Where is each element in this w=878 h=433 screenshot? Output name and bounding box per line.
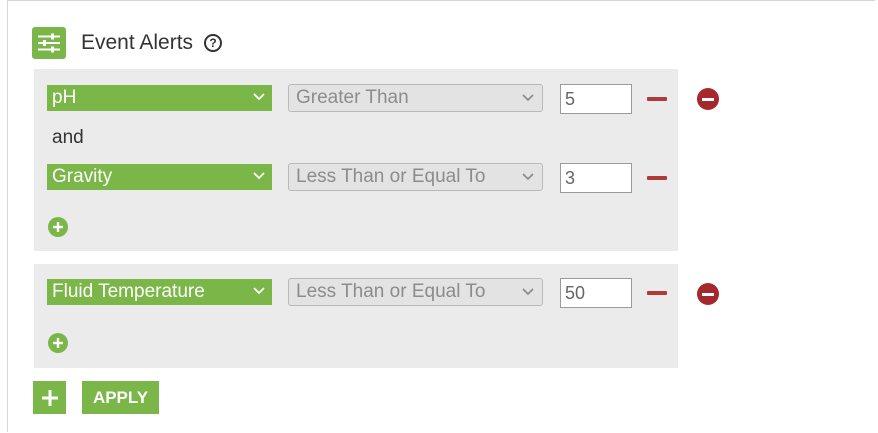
metric-select-value: Gravity xyxy=(52,166,113,187)
add-condition-icon[interactable] xyxy=(48,333,68,353)
condition-row: pH Greater Than 5 xyxy=(34,81,678,114)
operator-select[interactable]: Less Than or Equal To xyxy=(288,163,543,191)
add-condition-icon[interactable] xyxy=(48,217,68,237)
alert-group-2: Fluid Temperature Less Than or Equal To … xyxy=(34,264,678,368)
remove-group-icon[interactable] xyxy=(697,88,719,110)
value-input[interactable]: 50 xyxy=(560,278,632,308)
alert-group-1: pH Greater Than 5 and Gravity Less Than … xyxy=(34,69,678,251)
chevron-down-icon xyxy=(522,94,534,102)
page-title: Event Alerts xyxy=(81,31,194,54)
chevron-down-icon xyxy=(253,172,265,180)
value-input[interactable]: 5 xyxy=(560,84,632,114)
add-group-button[interactable] xyxy=(33,381,66,414)
operator-select-value: Less Than or Equal To xyxy=(296,281,486,302)
operator-select[interactable]: Less Than or Equal To xyxy=(288,278,543,306)
chevron-down-icon xyxy=(253,93,265,101)
condition-row: Gravity Less Than or Equal To 3 xyxy=(34,160,678,193)
apply-button[interactable]: APPLY xyxy=(82,381,159,414)
joiner-label: and xyxy=(52,127,84,148)
operator-select-value: Greater Than xyxy=(296,87,409,108)
metric-select-value: pH xyxy=(52,87,77,108)
remove-condition-icon[interactable] xyxy=(647,97,667,101)
chevron-down-icon xyxy=(522,173,534,181)
operator-select[interactable]: Greater Than xyxy=(288,84,543,112)
plus-icon xyxy=(41,389,58,406)
chevron-down-icon xyxy=(253,287,265,295)
remove-condition-icon[interactable] xyxy=(647,291,667,295)
operator-select-value: Less Than or Equal To xyxy=(296,166,486,187)
value-input[interactable]: 3 xyxy=(560,163,632,193)
metric-select[interactable]: Gravity xyxy=(47,164,272,190)
metric-select-value: Fluid Temperature xyxy=(52,281,205,302)
remove-group-icon[interactable] xyxy=(697,283,719,305)
help-icon[interactable]: ? xyxy=(204,34,223,52)
metric-select[interactable]: Fluid Temperature xyxy=(47,279,272,305)
condition-row: Fluid Temperature Less Than or Equal To … xyxy=(34,275,678,308)
header: Event Alerts ? xyxy=(32,27,223,59)
remove-condition-icon[interactable] xyxy=(647,176,667,180)
chevron-down-icon xyxy=(522,288,534,296)
sliders-icon xyxy=(32,27,66,59)
metric-select[interactable]: pH xyxy=(47,85,272,111)
